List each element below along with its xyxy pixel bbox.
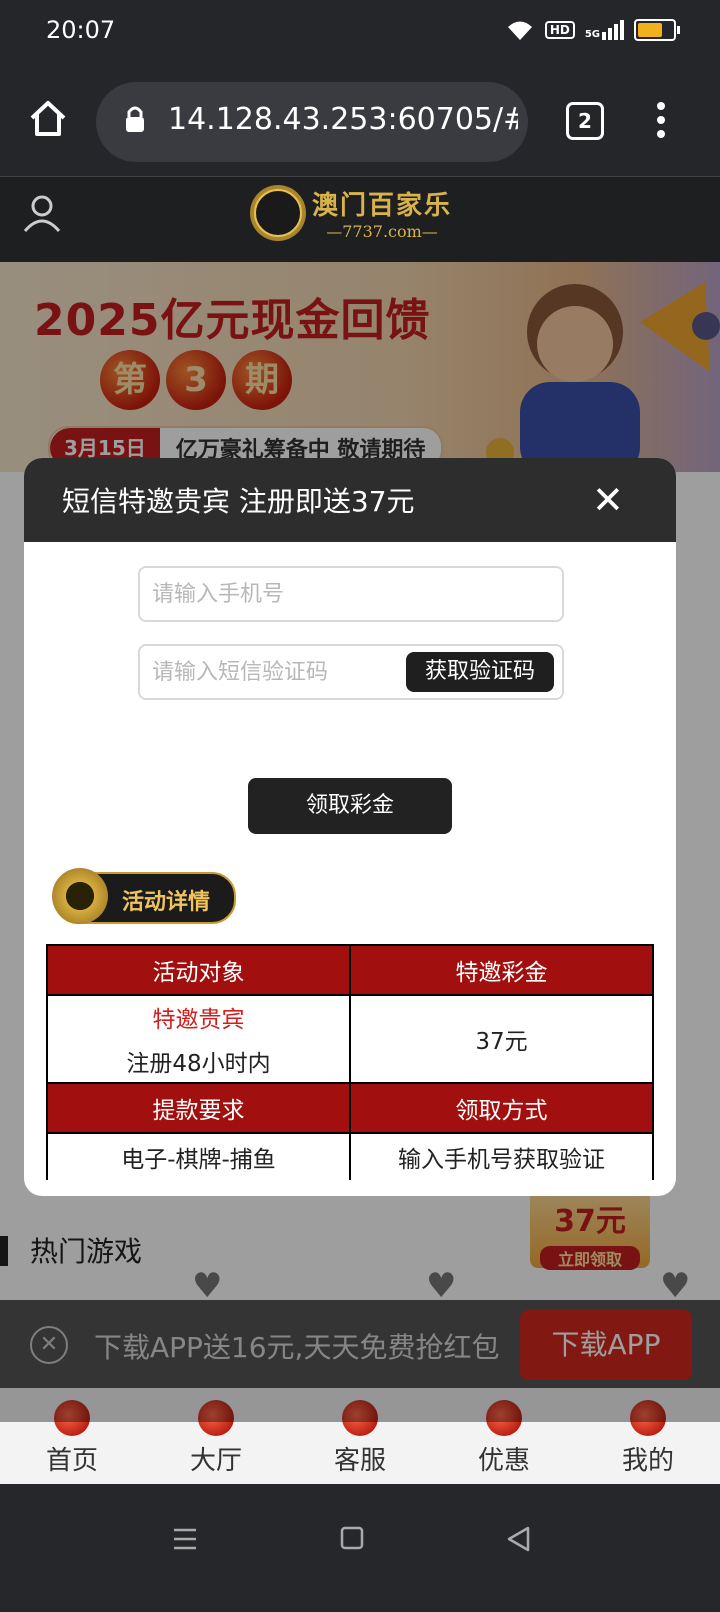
table-cell: 电子-棋牌-捕鱼	[46, 1132, 351, 1180]
table-cell: 37元	[349, 994, 654, 1084]
table-row: 活动对象 特邀彩金	[46, 944, 654, 996]
wifi-icon	[507, 21, 532, 40]
table-header-cell: 活动对象	[46, 944, 351, 996]
get-code-button[interactable]: 获取验证码	[406, 652, 554, 692]
logo-title: 澳门百家乐	[312, 191, 453, 221]
more-menu-icon[interactable]	[656, 100, 666, 140]
system-nav-bar	[0, 1484, 720, 1612]
table-header-cell: 提款要求	[46, 1082, 351, 1134]
activity-rules-table: 活动对象 特邀彩金 特邀贵宾 注册48小时内 37元 提款要求 领取方式 电子-…	[46, 944, 654, 1180]
target-vip: 特邀贵宾	[152, 1007, 245, 1033]
address-bar[interactable]: 14.128.43.253:60705/#/	[96, 82, 528, 162]
table-row: 提款要求 领取方式	[46, 1082, 654, 1134]
phone-field[interactable]	[138, 566, 564, 622]
sms-invite-modal: 短信特邀贵宾 注册即送37元 ✕ 获取验证码 领取彩金 活动详情 活动对象 特邀…	[24, 458, 676, 1196]
logo-domain: —7737.com—	[326, 222, 438, 241]
battery-icon	[634, 19, 680, 41]
url-text: 14.128.43.253:60705/#/	[168, 102, 518, 137]
target-window: 注册48小时内	[126, 1051, 271, 1077]
user-icon[interactable]	[22, 193, 62, 233]
home-icon[interactable]	[28, 98, 68, 138]
back-icon[interactable]	[506, 1526, 530, 1552]
status-time: 20:07	[46, 16, 116, 44]
site-header: 澳门百家乐 —7737.com—	[0, 176, 720, 263]
modal-header: 短信特邀贵宾 注册即送37元 ✕	[24, 458, 676, 542]
table-row: 电子-棋牌-捕鱼 输入手机号获取验证	[46, 1132, 654, 1180]
browser-toolbar: 14.128.43.253:60705/#/ 2	[0, 64, 720, 176]
table-row: 特邀贵宾 注册48小时内 37元	[46, 994, 654, 1084]
table-header-cell: 特邀彩金	[349, 944, 654, 996]
status-bar: 20:07 HD 5G	[0, 0, 720, 64]
claim-bonus-button[interactable]: 领取彩金	[248, 778, 452, 834]
logo-emblem-icon	[250, 185, 306, 241]
hd-icon: HD	[544, 21, 575, 39]
emblem-icon	[52, 868, 108, 924]
table-cell: 输入手机号获取验证	[349, 1132, 654, 1180]
modal-title: 短信特邀贵宾 注册即送37元	[62, 485, 415, 518]
table-cell: 特邀贵宾 注册48小时内	[46, 994, 351, 1084]
tab-switcher-button[interactable]: 2	[566, 102, 604, 140]
sms-code-field[interactable]: 获取验证码	[138, 644, 564, 700]
lock-icon	[126, 106, 144, 132]
close-icon[interactable]: ✕	[592, 478, 624, 522]
site-logo: 澳门百家乐 —7737.com—	[250, 185, 452, 241]
home-nav-button-icon[interactable]	[340, 1526, 364, 1550]
activity-details-badge: 活动详情	[52, 868, 236, 924]
signal-icon: 5G	[585, 20, 624, 40]
table-header-cell: 领取方式	[349, 1082, 654, 1134]
phone-input[interactable]	[140, 568, 562, 620]
recents-icon[interactable]	[172, 1526, 198, 1552]
status-icons: HD 5G	[505, 18, 680, 42]
